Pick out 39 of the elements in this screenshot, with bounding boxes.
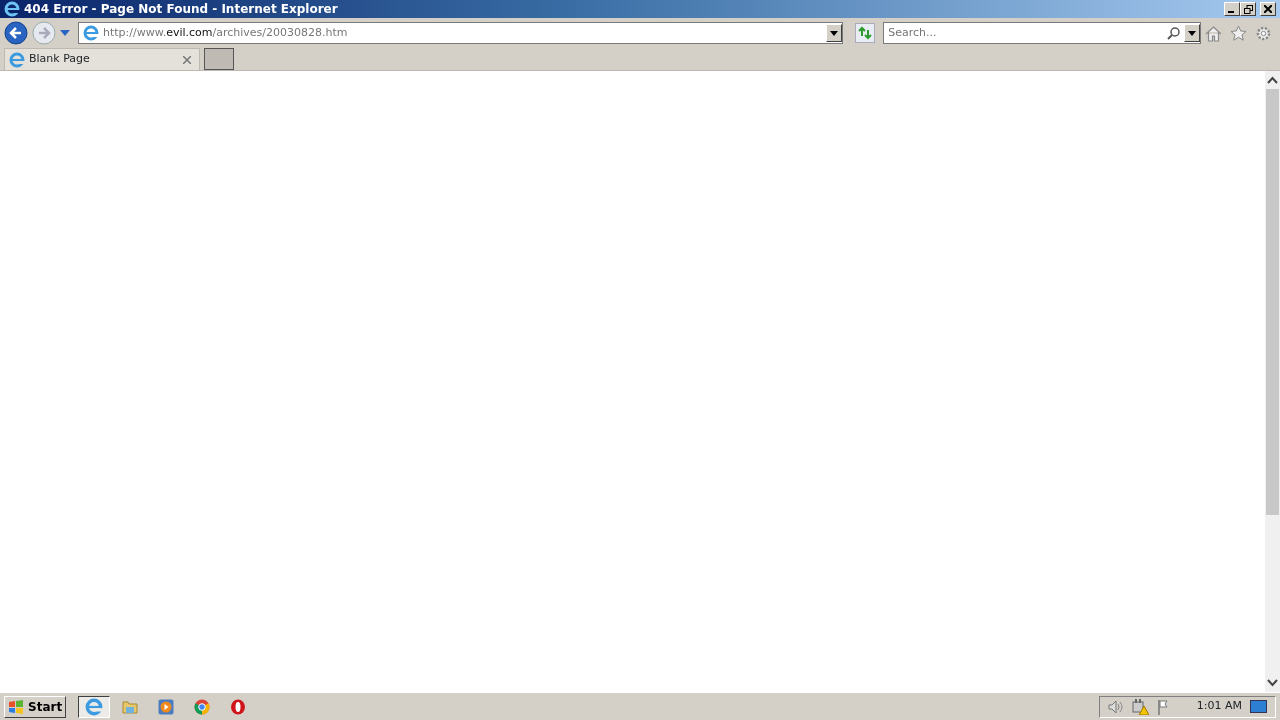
url-text: evil.com [166, 25, 213, 39]
minimize-button[interactable] [1224, 2, 1240, 16]
scrollbar-thumb[interactable] [1266, 89, 1279, 515]
tab-label: Blank Page [29, 51, 90, 68]
page-icon [9, 51, 25, 68]
url-text: http://www. [102, 25, 167, 39]
search-field[interactable]: Search... [883, 22, 1201, 44]
network-warning-icon[interactable] [1131, 698, 1149, 715]
start-button[interactable]: Start [4, 695, 67, 718]
close-icon [1264, 5, 1272, 13]
browser-logo-icon[interactable] [78, 695, 111, 718]
browser-logo-icon [4, 1, 20, 17]
restore-icon [1243, 4, 1253, 14]
address-dropdown-button[interactable] [826, 24, 843, 42]
close-tab-icon[interactable] [183, 55, 191, 64]
new-tab-button[interactable] [204, 48, 234, 70]
history-dropdown-icon[interactable] [59, 30, 70, 36]
browser-tab[interactable]: Blank Page [4, 48, 200, 70]
caret-icon [1188, 30, 1196, 36]
search-dropdown-button[interactable] [1184, 24, 1200, 42]
vertical-scrollbar[interactable] [1265, 71, 1280, 692]
back-button[interactable] [4, 21, 28, 45]
settings-icon[interactable] [1255, 24, 1272, 42]
refresh-button[interactable] [855, 23, 876, 43]
page-icon [82, 25, 99, 41]
window-title: 404 Error - Page Not Found - Internet Explorer [24, 1, 338, 18]
caret-icon [830, 30, 839, 36]
show-desktop-icon[interactable] [1250, 700, 1267, 713]
restore-button[interactable] [1240, 2, 1256, 16]
address-bar[interactable]: http://www.evil.com/archives/20030828.htm [77, 22, 844, 44]
home-icon[interactable] [1205, 24, 1222, 42]
clock[interactable]: 1:01 AM [1196, 698, 1242, 715]
speaker-icon[interactable] [1107, 699, 1124, 714]
search-input[interactable]: Search... [884, 24, 1155, 42]
url-text: /archives/20030828.htm [212, 25, 348, 39]
search-icon[interactable] [1167, 26, 1180, 40]
favorites-star-icon[interactable] [1230, 24, 1247, 42]
four-color-logo-icon [8, 699, 24, 714]
close-button[interactable] [1260, 2, 1276, 16]
